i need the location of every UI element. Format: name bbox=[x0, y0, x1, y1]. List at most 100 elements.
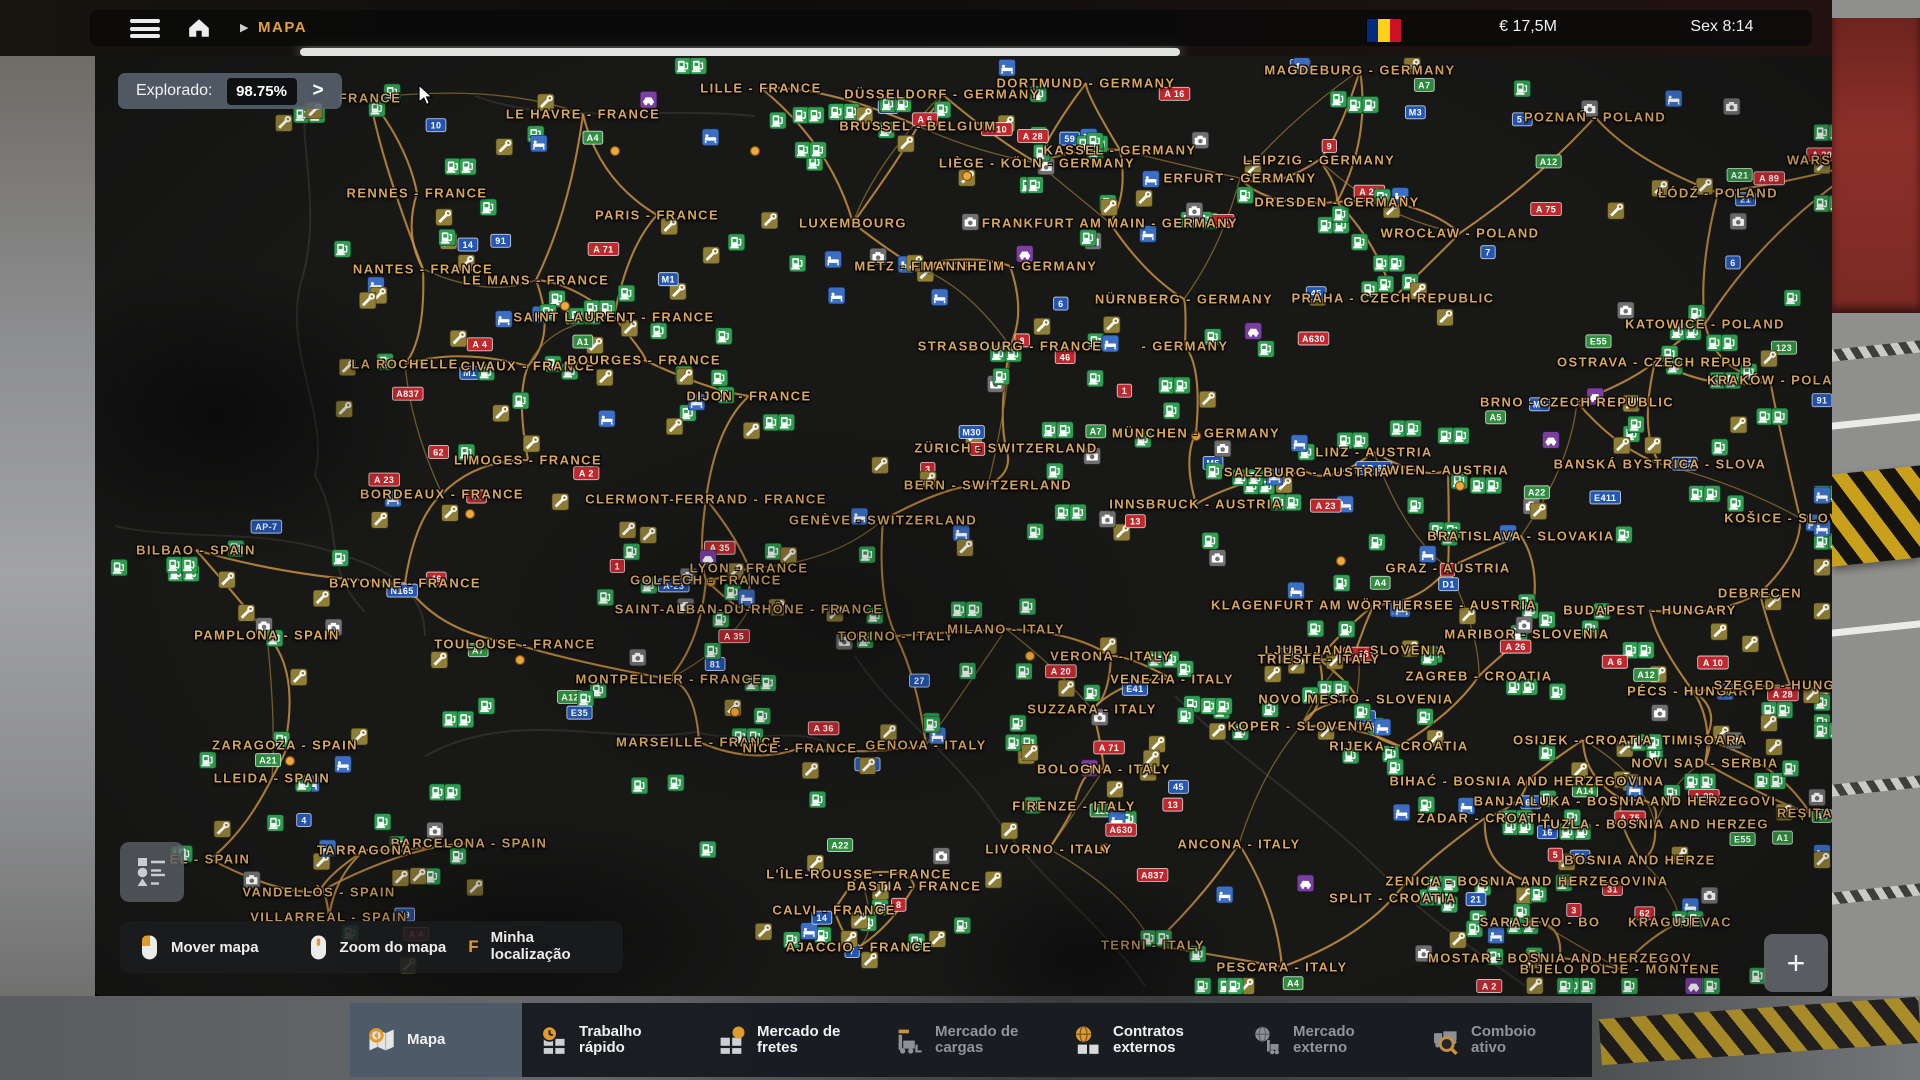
service-station-icon[interactable] bbox=[1404, 58, 1421, 75]
road-badge-blue[interactable]: E41 bbox=[1122, 682, 1147, 695]
fuel-station-icon[interactable] bbox=[1630, 734, 1647, 751]
fuel-station-icon[interactable] bbox=[1441, 896, 1458, 913]
service-station-icon[interactable] bbox=[1803, 686, 1820, 703]
service-station-icon[interactable] bbox=[1001, 822, 1018, 839]
fuel-station-icon[interactable] bbox=[754, 708, 771, 725]
road-badge-red[interactable]: 62 bbox=[1635, 907, 1655, 920]
fuel-station-icon[interactable] bbox=[1337, 432, 1354, 449]
fuel-station-icon[interactable] bbox=[1689, 485, 1706, 502]
fuel-station-icon[interactable] bbox=[1206, 463, 1223, 480]
fuel-station-icon[interactable] bbox=[1466, 920, 1483, 937]
service-station-icon[interactable] bbox=[861, 952, 878, 969]
fuel-station-icon[interactable] bbox=[1155, 930, 1172, 947]
fuel-station-icon[interactable] bbox=[1351, 234, 1368, 251]
fuel-station-icon[interactable] bbox=[1502, 818, 1519, 835]
speed-camera-icon[interactable] bbox=[1099, 511, 1116, 528]
rest-stop-icon[interactable] bbox=[1374, 719, 1391, 736]
fuel-station-icon[interactable] bbox=[640, 577, 657, 594]
fuel-station-icon[interactable] bbox=[1724, 372, 1741, 389]
road-badge-green[interactable]: A1 bbox=[573, 335, 593, 348]
service-station-icon[interactable] bbox=[1530, 503, 1547, 520]
fuel-station-icon[interactable] bbox=[1684, 773, 1701, 790]
service-station-icon[interactable] bbox=[1671, 846, 1688, 863]
fuel-station-icon[interactable] bbox=[1005, 345, 1022, 362]
service-station-icon[interactable] bbox=[1742, 635, 1759, 652]
dealer-icon[interactable] bbox=[1542, 432, 1559, 449]
road-badge-blue[interactable]: 4 bbox=[297, 814, 311, 827]
fuel-station-icon[interactable] bbox=[1015, 663, 1032, 680]
road-badge-green[interactable]: A12 bbox=[1536, 155, 1561, 168]
road-badge-red[interactable]: 46 bbox=[426, 572, 446, 585]
world-map-panel[interactable]: 10A466A 6A 10A 16A71651A12A 2059A 26A 28… bbox=[95, 56, 1832, 996]
road-badge-red[interactable]: A 89 bbox=[1754, 172, 1785, 185]
fuel-station-icon[interactable] bbox=[459, 158, 476, 175]
fuel-station-icon[interactable] bbox=[795, 142, 812, 159]
fuel-station-icon[interactable] bbox=[1615, 526, 1632, 543]
road-badge-blue[interactable]: E411 bbox=[1590, 491, 1621, 504]
road-badge-red[interactable]: A 89 bbox=[1689, 790, 1720, 803]
fuel-station-icon[interactable] bbox=[1173, 377, 1190, 394]
city-dot[interactable] bbox=[561, 302, 570, 311]
rest-stop-icon[interactable] bbox=[851, 508, 868, 525]
fuel-station-icon[interactable] bbox=[1140, 930, 1157, 947]
fuel-station-icon[interactable] bbox=[951, 601, 968, 618]
road-badge-blue[interactable]: 6 bbox=[1054, 297, 1068, 310]
fuel-station-icon[interactable] bbox=[1421, 649, 1438, 666]
dealer-icon[interactable] bbox=[1685, 978, 1702, 995]
rest-stop-icon[interactable] bbox=[1216, 886, 1233, 903]
service-station-icon[interactable] bbox=[761, 212, 778, 229]
rest-stop-icon[interactable] bbox=[598, 410, 615, 427]
road-badge-green[interactable]: A12 bbox=[1634, 668, 1659, 681]
tab-mapa[interactable]: Mapa bbox=[350, 1003, 522, 1077]
service-station-icon[interactable] bbox=[441, 504, 458, 521]
road-badge-green[interactable]: A22 bbox=[1524, 486, 1549, 499]
service-station-icon[interactable] bbox=[410, 868, 427, 885]
fuel-station-icon[interactable] bbox=[778, 414, 795, 431]
service-station-icon[interactable] bbox=[371, 511, 388, 528]
fuel-station-icon[interactable] bbox=[1332, 206, 1349, 223]
fuel-station-icon[interactable] bbox=[368, 100, 385, 117]
rest-stop-icon[interactable] bbox=[738, 589, 755, 606]
speed-camera-icon[interactable] bbox=[1192, 132, 1209, 149]
fuel-station-icon[interactable] bbox=[1438, 427, 1455, 444]
fuel-station-icon[interactable] bbox=[1506, 678, 1523, 695]
rest-stop-icon[interactable] bbox=[1102, 335, 1119, 352]
road-badge-green[interactable]: A5 bbox=[1486, 411, 1506, 424]
speed-camera-icon[interactable] bbox=[629, 649, 646, 666]
fuel-station-icon[interactable] bbox=[1232, 469, 1249, 486]
rest-stop-icon[interactable] bbox=[1814, 487, 1831, 504]
service-station-icon[interactable] bbox=[1645, 437, 1662, 454]
speed-camera-icon[interactable] bbox=[1809, 789, 1826, 806]
service-station-icon[interactable] bbox=[1571, 762, 1588, 779]
service-station-icon[interactable] bbox=[336, 401, 353, 418]
city-dot[interactable] bbox=[731, 708, 740, 717]
service-station-icon[interactable] bbox=[1326, 652, 1343, 669]
rest-stop-icon[interactable] bbox=[1142, 171, 1159, 188]
fuel-station-icon[interactable] bbox=[1080, 229, 1097, 246]
fuel-station-icon[interactable] bbox=[1704, 485, 1721, 502]
road-badge-red[interactable]: 8 bbox=[1015, 334, 1029, 347]
road-badge-red[interactable]: A 75 bbox=[1615, 811, 1646, 824]
rest-stop-icon[interactable] bbox=[828, 287, 845, 304]
road-badge-blue[interactable]: D1 bbox=[1439, 578, 1459, 591]
fuel-station-icon[interactable] bbox=[618, 285, 635, 302]
fuel-station-icon[interactable] bbox=[374, 813, 391, 830]
service-station-icon[interactable] bbox=[1402, 640, 1419, 657]
fuel-station-icon[interactable] bbox=[1776, 702, 1793, 719]
service-station-icon[interactable] bbox=[359, 292, 376, 309]
service-station-icon[interactable] bbox=[906, 255, 923, 272]
fuel-station-icon[interactable] bbox=[1407, 497, 1424, 514]
fuel-station-icon[interactable] bbox=[577, 690, 594, 707]
fuel-station-icon[interactable] bbox=[1019, 598, 1036, 615]
road-badge-red[interactable]: 9 bbox=[1322, 139, 1336, 152]
fuel-station-icon[interactable] bbox=[1637, 642, 1654, 659]
service-station-icon[interactable] bbox=[351, 728, 368, 745]
fuel-station-icon[interactable] bbox=[728, 234, 745, 251]
road-badge-blue[interactable]: 10 bbox=[426, 119, 446, 132]
zoom-in-button[interactable]: + bbox=[1764, 934, 1828, 992]
speed-camera-icon[interactable] bbox=[1186, 202, 1203, 219]
fuel-station-icon[interactable] bbox=[1194, 978, 1211, 995]
road-badge-blue[interactable]: 66 bbox=[1521, 796, 1541, 809]
road-badge-red[interactable]: A 16 bbox=[1159, 87, 1190, 100]
service-station-icon[interactable] bbox=[537, 94, 554, 111]
